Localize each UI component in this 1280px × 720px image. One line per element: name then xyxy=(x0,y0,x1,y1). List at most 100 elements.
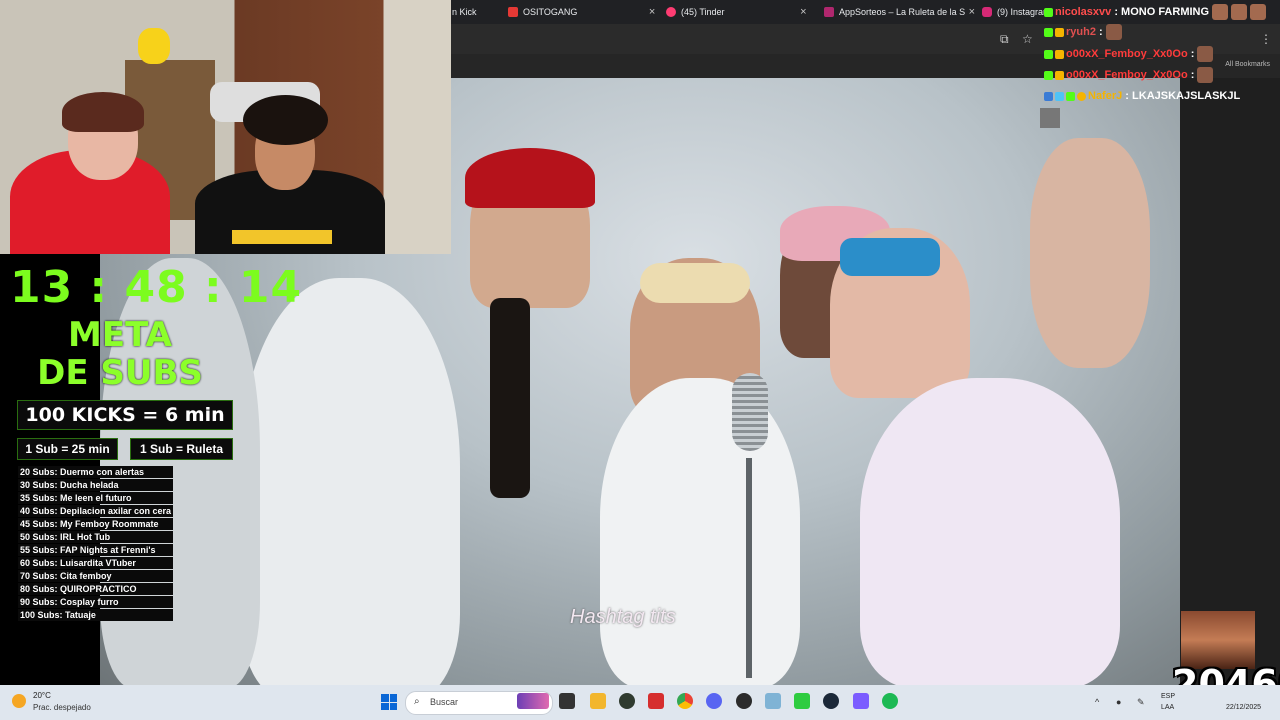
list-item: 35 Subs: Me leen el futuro xyxy=(18,492,174,504)
steam-icon[interactable] xyxy=(823,693,839,709)
video-figure xyxy=(240,278,460,685)
tab-title: (45) Tinder xyxy=(681,7,725,17)
instagram-icon xyxy=(982,7,992,17)
app-icon[interactable] xyxy=(648,693,664,709)
close-icon[interactable]: × xyxy=(649,6,655,18)
video-subtitle: Hashtag tits xyxy=(570,606,676,628)
file-explorer-icon[interactable] xyxy=(590,693,606,709)
windows-start-icon[interactable] xyxy=(381,694,397,710)
streamer-right-hair xyxy=(243,95,328,145)
app-icon[interactable] xyxy=(736,693,752,709)
gift-badge-icon xyxy=(1055,91,1064,101)
tab-favicon-icon xyxy=(824,7,834,17)
microphone-icon[interactable]: ● xyxy=(1116,697,1121,707)
chat-message: NaferJ : LKAJSKAJSLASKJL xyxy=(1044,87,1240,105)
video-figure xyxy=(465,148,595,208)
weather-temp[interactable]: 20°C xyxy=(33,691,51,700)
tab-title: AppSorteos – La Ruleta de la S xyxy=(839,7,966,17)
screen-capture-icon[interactable]: ⧉ xyxy=(1000,32,1009,47)
verified-badge-icon xyxy=(1066,91,1075,101)
vip-badge-icon xyxy=(1055,49,1064,59)
all-bookmarks-link[interactable]: All Bookmarks xyxy=(1225,61,1270,68)
meta-title: META DE SUBS xyxy=(0,316,240,392)
kicks-rule: 100 KICKS = 6 min xyxy=(17,400,233,430)
list-item: 45 Subs: My Femboy Roommate xyxy=(18,518,174,530)
chat-message: ryuh2 : xyxy=(1044,23,1122,41)
list-item: 100 Subs: Tatuaje xyxy=(18,609,174,621)
sub-time-rule: 1 Sub = 25 min xyxy=(17,438,118,460)
tab-instagram[interactable]: (9) Instagram xyxy=(982,0,1051,24)
meta-title-line: DE SUBS xyxy=(37,353,203,393)
tinder-icon xyxy=(666,7,676,17)
chat-text: MONO FARMING xyxy=(1121,6,1210,18)
tab-appsorteos[interactable]: AppSorteos – La Ruleta de la S × xyxy=(824,0,975,24)
video-figure xyxy=(490,298,530,498)
obs-icon[interactable] xyxy=(619,693,635,709)
close-icon[interactable]: × xyxy=(969,6,975,18)
streamer-left-hair xyxy=(62,92,144,132)
close-icon[interactable]: × xyxy=(800,6,806,18)
list-item: 90 Subs: Cosplay furro xyxy=(18,596,174,608)
chat-username: o00xX_Femboy_Xx0Oo xyxy=(1066,48,1188,60)
bookmark-star-icon[interactable]: ☆ xyxy=(1022,32,1033,46)
weather-desc[interactable]: Prac. despejado xyxy=(33,703,91,712)
reaction-emote xyxy=(1181,611,1255,669)
sub-goals-list: 20 Subs: Duermo con alertas 30 Subs: Duc… xyxy=(18,466,174,622)
chrome-icon[interactable] xyxy=(677,693,693,709)
tab-title: (9) Instagram xyxy=(997,7,1051,17)
tab-ositogang[interactable]: OSITOGANG × xyxy=(508,0,655,24)
jersey-stripe xyxy=(232,230,332,244)
notepad-icon[interactable] xyxy=(765,693,781,709)
list-item: 50 Subs: IRL Hot Tub xyxy=(18,531,174,543)
coin-badge-icon xyxy=(1077,91,1086,101)
emote-icon xyxy=(1105,24,1122,40)
meta-title-line: META xyxy=(68,315,172,355)
sub-badge-icon xyxy=(1044,27,1053,37)
menu-icon[interactable]: ⋮ xyxy=(1260,32,1272,46)
vip-badge-icon xyxy=(1055,70,1064,80)
spotify-icon[interactable] xyxy=(882,693,898,709)
search-placeholder: Buscar xyxy=(430,697,459,707)
app-icon[interactable] xyxy=(794,693,810,709)
chat-username: nicolasxvv xyxy=(1055,6,1112,18)
video-figure xyxy=(840,238,940,276)
app-icon[interactable] xyxy=(853,693,869,709)
sub-badge-icon xyxy=(1044,91,1053,101)
discord-icon[interactable] xyxy=(706,693,722,709)
tab-kick[interactable]: n Kick × xyxy=(452,0,515,24)
emote-icon xyxy=(1212,4,1229,20)
chat-message: o00xX_Femboy_Xx0Oo : xyxy=(1044,45,1214,63)
emote-icon xyxy=(1250,4,1267,20)
sub-ruleta-rule: 1 Sub = Ruleta xyxy=(130,438,233,460)
weather-sun-icon[interactable] xyxy=(12,694,26,708)
microphone-stand xyxy=(746,458,752,678)
emote-icon xyxy=(1197,46,1214,62)
keyboard-layout[interactable]: LAA xyxy=(1161,704,1174,711)
chevron-up-icon[interactable]: ^ xyxy=(1095,697,1099,707)
language-indicator[interactable]: ESP xyxy=(1161,693,1175,700)
chat-message: nicolasxvv : MONO FARMING xyxy=(1044,3,1267,21)
chat-message: o00xX_Femboy_Xx0Oo : xyxy=(1044,66,1214,84)
clock-date[interactable]: 22/12/2025 xyxy=(1226,704,1261,711)
pikachu-figure xyxy=(138,28,170,64)
video-figure xyxy=(600,378,800,685)
tab-favicon-icon xyxy=(508,7,518,17)
search-highlight-icon[interactable] xyxy=(517,693,549,709)
chat-text: LKAJSKAJSLASKJL xyxy=(1132,90,1241,102)
list-item: 55 Subs: FAP Nights at Frenni's xyxy=(18,544,174,556)
list-item: 60 Subs: Luisardita VTuber xyxy=(18,557,174,569)
pen-icon[interactable]: ✎ xyxy=(1137,697,1145,708)
list-item: 80 Subs: QUIROPRACTICO xyxy=(18,583,174,595)
tab-tinder[interactable]: (45) Tinder × xyxy=(666,0,807,24)
task-view-icon[interactable] xyxy=(559,693,575,709)
emote-icon xyxy=(1231,4,1248,20)
list-item: 30 Subs: Ducha helada xyxy=(18,479,174,491)
tab-title: n Kick xyxy=(452,7,477,17)
video-figure xyxy=(860,378,1120,685)
chat-username: ryuh2 xyxy=(1066,26,1096,38)
emote-icon xyxy=(1197,67,1214,83)
microphone-icon xyxy=(732,373,768,451)
list-item: 20 Subs: Duermo con alertas xyxy=(18,466,174,478)
sub-badge-icon xyxy=(1044,49,1053,59)
search-icon: ⌕ xyxy=(414,696,420,707)
